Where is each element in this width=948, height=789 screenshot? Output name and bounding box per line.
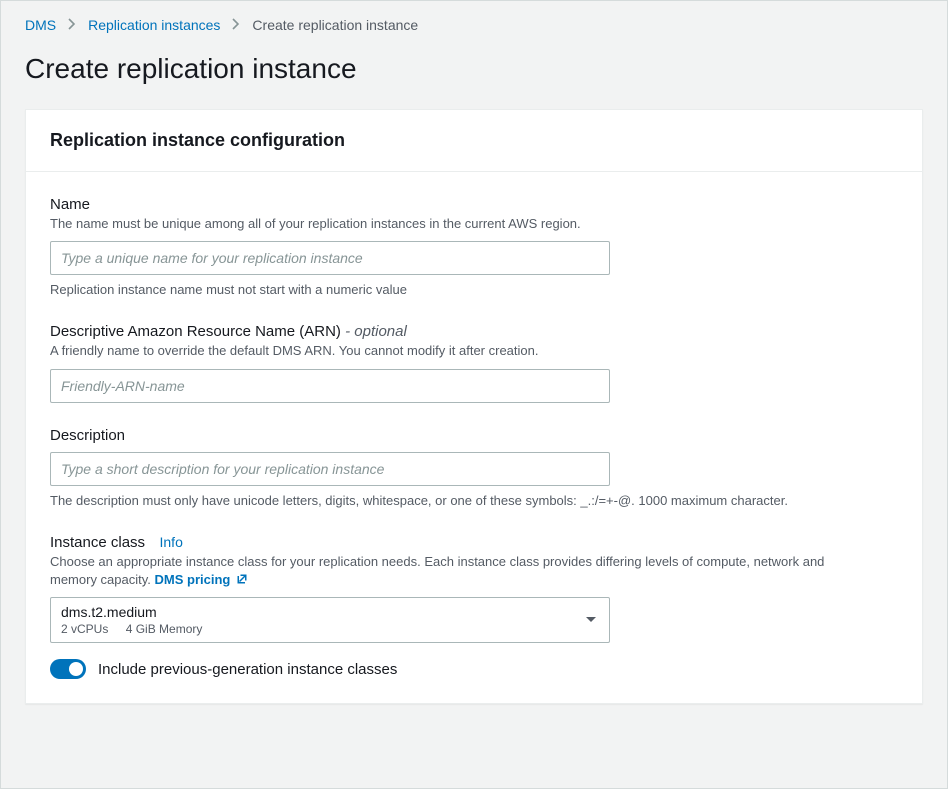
description-label: Description (50, 427, 125, 444)
name-field-group: Name The name must be unique among all o… (50, 196, 898, 299)
name-input[interactable] (50, 241, 610, 275)
arn-field-group: Descriptive Amazon Resource Name (ARN) -… (50, 323, 898, 402)
config-panel-title: Replication instance configuration (50, 130, 898, 151)
breadcrumb-link-replication-instances[interactable]: Replication instances (88, 17, 220, 33)
name-hint: Replication instance name must not start… (50, 281, 898, 299)
arn-label: Descriptive Amazon Resource Name (ARN) -… (50, 323, 407, 340)
arn-description: A friendly name to override the default … (50, 342, 898, 360)
instance-class-specs: 2 vCPUs 4 GiB Memory (61, 622, 573, 636)
description-hint: The description must only have unicode l… (50, 492, 810, 510)
config-panel-body: Name The name must be unique among all o… (26, 172, 922, 703)
config-panel-header: Replication instance configuration (26, 110, 922, 172)
prev-gen-toggle-label: Include previous-generation instance cla… (98, 661, 397, 678)
external-link-icon (236, 573, 248, 585)
instance-class-description: Choose an appropriate instance class for… (50, 553, 830, 589)
description-input[interactable] (50, 452, 610, 486)
dms-pricing-link[interactable]: DMS pricing (155, 572, 248, 587)
breadcrumb: DMS Replication instances Create replica… (1, 1, 947, 41)
instance-class-label: Instance class (50, 534, 145, 551)
chevron-right-icon (232, 17, 240, 33)
arn-input[interactable] (50, 369, 610, 403)
description-field-group: Description The description must only ha… (50, 427, 898, 510)
caret-down-icon (585, 611, 597, 629)
prev-gen-toggle-row: Include previous-generation instance cla… (50, 659, 898, 679)
dms-pricing-link-text: DMS pricing (155, 572, 231, 587)
instance-class-field-group: Instance class Info Choose an appropriat… (50, 534, 898, 679)
prev-gen-toggle[interactable] (50, 659, 86, 679)
page-title: Create replication instance (1, 41, 947, 109)
instance-class-select[interactable]: dms.t2.medium 2 vCPUs 4 GiB Memory (50, 597, 610, 643)
instance-class-vcpus: 2 vCPUs (61, 622, 108, 636)
instance-class-info-link[interactable]: Info (160, 534, 183, 550)
arn-label-text: Descriptive Amazon Resource Name (ARN) (50, 323, 341, 340)
name-label: Name (50, 196, 90, 213)
instance-class-memory: 4 GiB Memory (126, 622, 203, 636)
breadcrumb-link-dms[interactable]: DMS (25, 17, 56, 33)
breadcrumb-current: Create replication instance (252, 17, 418, 33)
chevron-right-icon (68, 17, 76, 33)
name-description: The name must be unique among all of you… (50, 215, 898, 233)
config-panel: Replication instance configuration Name … (25, 109, 923, 704)
arn-optional-tag: - optional (341, 323, 407, 340)
instance-class-selected-value: dms.t2.medium (61, 604, 573, 620)
